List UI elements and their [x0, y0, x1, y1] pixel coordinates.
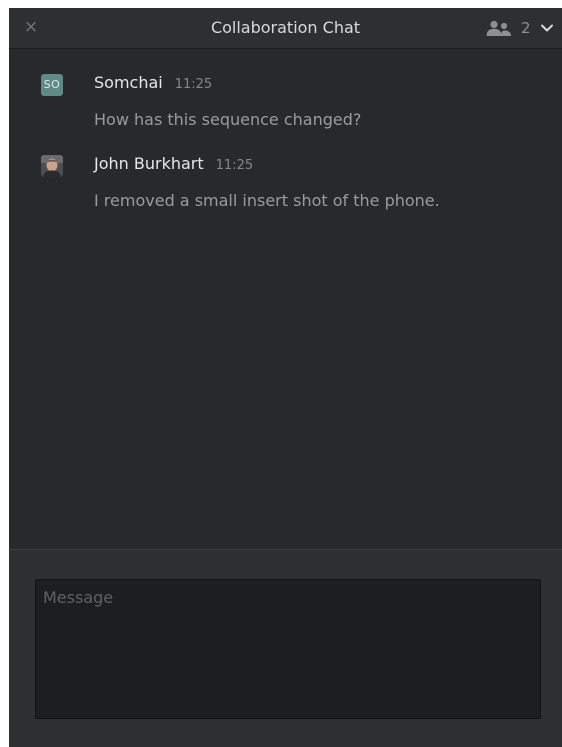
avatar: SO	[41, 74, 63, 96]
message-text: I removed a small insert shot of the pho…	[94, 191, 440, 210]
compose-area	[9, 549, 562, 747]
avatar	[41, 155, 63, 177]
chevron-down-icon[interactable]	[540, 22, 554, 34]
message-list[interactable]: SO Somchai 11:25 How has this sequence ch…	[9, 49, 562, 549]
author-name: Somchai	[94, 73, 163, 92]
user-count: 2	[521, 19, 531, 37]
message-author: Somchai 11:25	[94, 73, 212, 92]
message-time: 11:25	[174, 77, 213, 92]
message-time: 11:25	[215, 158, 254, 173]
author-name: John Burkhart	[94, 154, 204, 173]
message-author: John Burkhart 11:25	[94, 154, 253, 173]
users-icon	[486, 20, 511, 36]
avatar-photo-icon	[41, 155, 63, 177]
message-input[interactable]	[35, 579, 541, 719]
window-title: Collaboration Chat	[210, 18, 361, 37]
message-text: How has this sequence changed?	[94, 110, 362, 129]
title-bar: × Collaboration Chat 2	[9, 8, 562, 49]
collaboration-chat-window: × Collaboration Chat 2 SO Somchai 11:25 H…	[9, 8, 562, 747]
